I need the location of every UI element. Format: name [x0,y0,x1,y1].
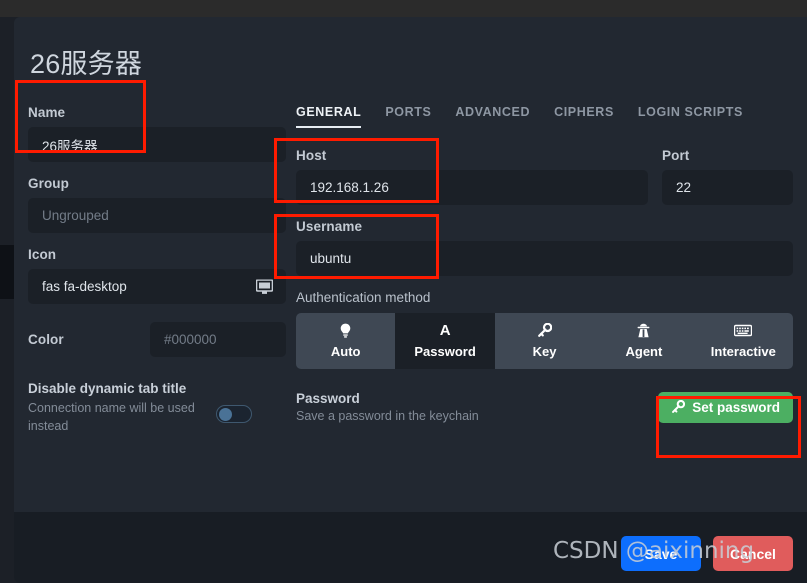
disable-dynamic-tab-title-row: Disable dynamic tab title Connection nam… [28,381,286,435]
auth-option-password[interactable]: A Password [395,313,495,369]
disable-dynamic-tab-title-toggle[interactable] [216,405,252,423]
keyboard-icon [734,323,753,338]
desktop-icon [256,279,273,294]
auth-option-auto-label: Auto [330,344,361,359]
password-title: Password [296,391,360,406]
left-column: Name 26服务器 Group Ungrouped Icon fas fa-d… [28,105,286,435]
group-label: Group [28,176,69,191]
password-row: Password Save a password in the keychain… [296,391,793,423]
icon-label: Icon [28,247,57,262]
auth-option-key-label: Key [532,344,557,359]
color-label: Color [28,332,64,347]
letter-a-icon: A [439,322,451,339]
username-field-group: Username ubuntu [296,219,793,276]
host-port-row: Host 192.168.1.26 Port 22 [296,148,793,205]
lightbulb-icon [339,323,352,338]
host-input[interactable]: 192.168.1.26 [296,170,648,205]
tab-advanced[interactable]: ADVANCED [455,105,530,128]
host-label: Host [296,148,327,163]
tab-ciphers[interactable]: CIPHERS [554,105,614,128]
key-icon [671,400,686,414]
host-field-group: Host 192.168.1.26 [296,148,648,205]
group-input[interactable]: Ungrouped [28,198,286,233]
tab-general[interactable]: GENERAL [296,105,362,128]
username-input[interactable]: ubuntu [296,241,793,276]
watermark: CSDN @aixinning [553,538,755,564]
authentication-method-label: Authentication method [296,290,431,305]
tab-login-scripts[interactable]: LOGIN SCRIPTS [638,105,743,128]
app-root: 26服务器 Name 26服务器 Group Ungrouped Icon fa… [0,0,807,583]
name-field-group: Name 26服务器 [28,105,286,162]
auth-option-agent-label: Agent [625,344,663,359]
set-password-button[interactable]: Set password [658,391,793,423]
group-field-group: Group Ungrouped [28,176,286,233]
settings-tabs: GENERAL PORTS ADVANCED CIPHERS LOGIN SCR… [296,105,793,128]
auth-option-interactive-label: Interactive [710,344,776,359]
sidebar-active-block [0,245,14,299]
disable-dynamic-tab-title-texts: Disable dynamic tab title Connection nam… [28,381,202,435]
auth-option-password-label: Password [414,344,476,359]
auth-option-interactive[interactable]: Interactive [693,313,793,369]
panel-body: 26服务器 Name 26服务器 Group Ungrouped Icon fa… [14,17,807,512]
right-column: GENERAL PORTS ADVANCED CIPHERS LOGIN SCR… [296,105,793,423]
username-label: Username [296,219,363,234]
port-input[interactable]: 22 [662,170,793,205]
icon-input-value: fas fa-desktop [42,279,127,294]
name-label: Name [28,105,66,120]
port-field-group: Port 22 [662,148,793,205]
name-input[interactable]: 26服务器 [28,127,286,162]
icon-input[interactable]: fas fa-desktop [28,269,286,304]
auth-option-agent[interactable]: Agent [594,313,694,369]
disable-dynamic-tab-title-label: Disable dynamic tab title [28,381,187,396]
toggle-knob [219,408,232,421]
authentication-method-group: Auto A Password Key Agent Interactive [296,313,793,369]
disable-dynamic-tab-title-description: Connection name will be used instead [28,401,195,433]
key-icon [537,323,553,338]
password-texts: Password Save a password in the keychain [296,391,658,423]
set-password-label: Set password [692,399,780,415]
page-title: 26服务器 [30,49,143,79]
tab-ports[interactable]: PORTS [385,105,431,128]
password-description: Save a password in the keychain [296,409,479,423]
color-input[interactable]: #000000 [150,322,286,357]
user-secret-icon [636,323,651,338]
auth-option-auto[interactable]: Auto [296,313,396,369]
icon-field-group: Icon fas fa-desktop [28,247,286,304]
color-field-group: Color #000000 [28,322,286,357]
auth-option-key[interactable]: Key [494,313,595,369]
port-label: Port [662,148,690,163]
connection-settings-panel: 26服务器 Name 26服务器 Group Ungrouped Icon fa… [14,17,807,583]
